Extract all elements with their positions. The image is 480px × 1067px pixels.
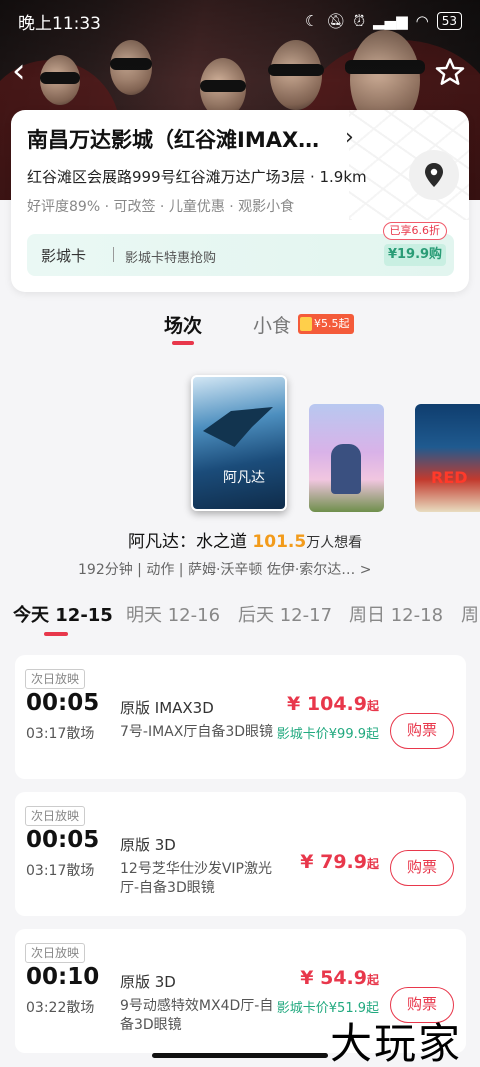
show-format: 原版 3D (120, 973, 176, 991)
date-tab-today[interactable]: 今天 12-15 (13, 601, 113, 627)
show-format: 原版 3D (120, 836, 176, 854)
cinema-card-desc: 影城卡特惠抢购 (125, 251, 217, 266)
poster-text: RED (431, 468, 468, 487)
status-bar: 晚上11:33 ☾ 🔕︎ ⏰︎ ▂▄▆ ◠ 53 (0, 0, 480, 42)
location-pin-icon (425, 163, 443, 187)
buy-ticket-button[interactable]: 购票 (390, 713, 454, 749)
divider (113, 247, 114, 262)
end-time: 03:17散场 (26, 863, 95, 879)
start-time: 00:05 (26, 827, 100, 853)
price-suffix: 起 (366, 699, 379, 713)
hall-name: 9号动感特效MX4D厅-自备3D眼镜 (120, 998, 274, 1033)
buy-ticket-button[interactable]: 购票 (390, 850, 454, 886)
end-time: 03:17散场 (26, 726, 95, 742)
home-indicator[interactable] (152, 1053, 328, 1058)
price-suffix: 起 (366, 857, 379, 871)
favorite-star-icon[interactable] (434, 56, 466, 88)
mute-icon: 🔕︎ (326, 12, 346, 30)
movie-want-score: 101.5 (252, 532, 307, 552)
poster-text: 阿凡达 (223, 470, 265, 486)
snack-price-badge: ¥5.5起 (298, 314, 354, 334)
price-value: ¥ 54.9 (300, 967, 367, 989)
cinema-title[interactable]: 南昌万达影城（红谷滩IMAX… (27, 124, 319, 154)
hall-name: 7号-IMAX厅自备3D眼镜 (120, 724, 274, 740)
status-time: 晚上11:33 (18, 13, 101, 34)
cinema-card-label: 影城卡 (41, 247, 87, 265)
movie-want-label: 万人想看 (306, 535, 363, 551)
active-date-indicator (44, 632, 68, 636)
movie-poster[interactable] (309, 404, 384, 512)
wifi-icon: ◠ (415, 12, 429, 30)
cinema-card-price-button[interactable]: ¥19.9购 (384, 244, 446, 266)
battery-indicator: 53 (436, 12, 462, 30)
hall-name: 12号芝华仕沙发VIP激光厅-自备3D眼镜 (120, 861, 272, 896)
watermark-logo: 大玩家 (330, 1019, 463, 1067)
ticket-price: ¥ 104.9起 (287, 693, 379, 715)
price-value: ¥ 104.9 (287, 693, 367, 715)
date-tab-day-after[interactable]: 后天 12-17 (238, 601, 332, 627)
date-tab-sunday[interactable]: 周日 12-18 (349, 601, 443, 627)
status-icons: ☾ 🔕︎ ⏰︎ ▂▄▆ ◠ 53 (305, 12, 462, 30)
cinema-card-promo[interactable]: 影城卡 影城卡特惠抢购 ¥19.9购 (27, 234, 454, 276)
showtime-card[interactable]: 次日放映 00:05 03:17散场 原版 IMAX3D 7号-IMAX厅自备3… (15, 655, 466, 779)
moon-icon: ☾ (304, 12, 319, 30)
cinema-address: 红谷滩区会展路999号红谷滩万达广场3层 · 1.9km (27, 168, 367, 186)
card-price: 影城卡价¥99.9起 (276, 727, 379, 742)
chevron-right-icon[interactable]: › (345, 125, 354, 150)
movie-meta[interactable]: 192分钟 | 动作 | 萨姆·沃辛顿 佐伊·索尔达… > (78, 559, 372, 579)
location-pin-button[interactable] (409, 150, 459, 200)
ticket-price: ¥ 54.9起 (300, 967, 379, 989)
show-format: 原版 IMAX3D (120, 699, 214, 717)
showtime-card[interactable]: 次日放映 00:05 03:17散场 原版 3D 12号芝华仕沙发VIP激光厅-… (15, 792, 466, 916)
alarm-icon: ⏰︎ (353, 12, 366, 30)
ticket-price: ¥ 79.9起 (300, 851, 379, 873)
active-tab-indicator (172, 341, 194, 345)
movie-poster-selected[interactable]: 阿凡达 (191, 375, 287, 511)
start-time: 00:05 (26, 690, 100, 716)
gift-icon (300, 317, 312, 331)
price-suffix: 起 (366, 973, 379, 987)
tab-snacks[interactable]: 小食 (253, 311, 291, 338)
start-time: 00:10 (26, 964, 100, 990)
snack-badge-text: ¥5.5起 (314, 317, 350, 330)
date-tab-tomorrow[interactable]: 明天 12-16 (126, 601, 220, 627)
movie-title-line: 阿凡达：水之道 101.5万人想看 (128, 527, 362, 552)
back-icon[interactable]: ‹ (12, 54, 42, 90)
end-time: 03:22散场 (26, 1000, 95, 1016)
signal-icon: ▂▄▆ (373, 12, 408, 30)
next-day-tag: 次日放映 (25, 943, 86, 963)
cinema-info-card: 南昌万达影城（红谷滩IMAX… › 红谷滩区会展路999号红谷滩万达广场3层 ·… (11, 110, 469, 292)
movie-name: 阿凡达：水之道 (128, 532, 247, 552)
next-day-tag: 次日放映 (25, 669, 86, 689)
next-day-tag: 次日放映 (25, 806, 86, 826)
tab-showtimes[interactable]: 场次 (164, 311, 202, 338)
cinema-tags: 好评度89% · 可改签 · 儿童优惠 · 观影小食 (27, 199, 295, 215)
date-tab-more[interactable]: 周 (461, 601, 479, 627)
price-value: ¥ 79.9 (300, 851, 367, 873)
movie-poster[interactable]: RED (415, 404, 480, 512)
discount-badge: 已享6.6折 (382, 222, 447, 240)
